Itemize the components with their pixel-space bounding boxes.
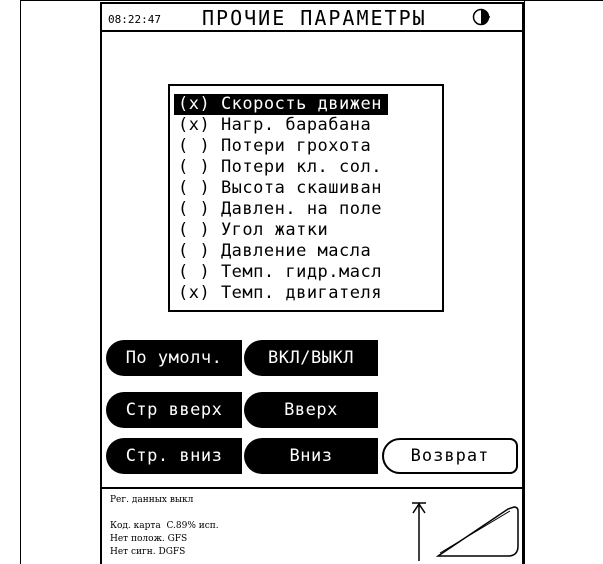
day-night-icon[interactable] [472, 8, 490, 26]
parameter-list-box: (x) Скорость движен (x) Нагр. барабана( )… [168, 84, 444, 312]
frame-top-line [20, 0, 603, 1]
position-status: Нет полож. GFS [110, 534, 188, 544]
parameter-item[interactable]: ( ) Потери грохота [174, 136, 388, 157]
down-button[interactable]: Вниз [244, 438, 378, 474]
up-button[interactable]: Вверх [244, 392, 378, 428]
up-arrow-icon [412, 502, 426, 561]
parameter-item[interactable]: (x) Темп. двигателя [174, 283, 388, 304]
parameter-item[interactable]: ( ) Темп. гидр.масл [174, 262, 388, 283]
default-button[interactable]: По умолч. [106, 340, 242, 376]
page-title: ПРОЧИЕ ПАРАМЕТРЫ [202, 6, 427, 30]
back-button[interactable]: Возврат [382, 438, 518, 474]
parameter-item[interactable]: ( ) Давлен. на поле [174, 199, 388, 220]
signal-status: Нет сигн. DGFS [110, 547, 186, 557]
page-down-button[interactable]: Стр. вниз [106, 438, 242, 474]
parameter-item[interactable]: ( ) Потери кл. сол. [174, 157, 388, 178]
status-area: Рег. данных выкл Код. карта C.89% исп. Н… [102, 487, 522, 564]
card-status: Код. карта C.89% исп. [110, 521, 219, 531]
parameter-item[interactable]: ( ) Высота скашиван [174, 178, 388, 199]
on-off-button[interactable]: ВКЛ/ВЫКЛ [244, 340, 378, 376]
frame-left-line [20, 0, 21, 564]
frame-right-line [524, 0, 525, 564]
header-height-icon [436, 506, 519, 557]
parameter-item[interactable]: (x) Нагр. барабана [174, 115, 388, 136]
parameter-list: (x) Скорость движен (x) Нагр. барабана( )… [174, 94, 388, 304]
clock: 08:22:47 [108, 13, 161, 26]
parameter-item[interactable]: ( ) Давление масла [174, 241, 388, 262]
header-bar: 08:22:47 ПРОЧИЕ ПАРАМЕТРЫ [102, 4, 522, 32]
logging-status: Рег. данных выкл [110, 495, 194, 505]
parameter-item[interactable]: (x) Скорость движен [174, 94, 388, 115]
page-up-button[interactable]: Стр вверх [106, 392, 242, 428]
parameter-item[interactable]: ( ) Угол жатки [174, 220, 388, 241]
display-screen: 08:22:47 ПРОЧИЕ ПАРАМЕТРЫ (x) Скорость д… [100, 2, 524, 564]
